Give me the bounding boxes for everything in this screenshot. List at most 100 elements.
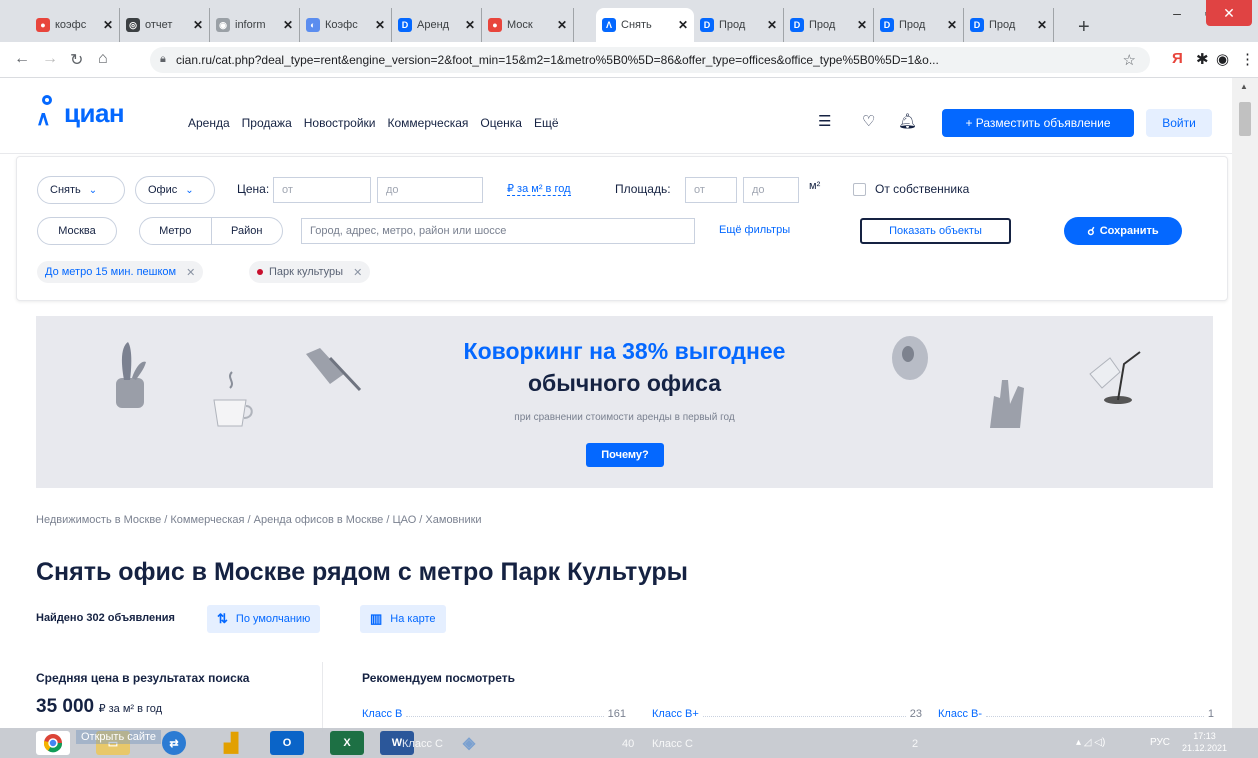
area-from-input[interactable]: от [685,177,737,203]
address-search-input[interactable]: Город, адрес, метро, район или шоссе [301,218,695,244]
scrollbar-thumb[interactable] [1239,102,1251,136]
close-tab-icon[interactable]: ✕ [678,18,688,32]
tab-favicon-icon: ● [488,18,502,32]
page-scrollbar[interactable]: ▲ [1232,78,1258,728]
nav-new-buildings[interactable]: Новостройки [304,116,376,130]
close-window-button[interactable]: ✕ [1206,0,1252,26]
teamviewer-taskbar-icon[interactable]: ⇄ [162,731,186,755]
browser-tab[interactable]: ◎ отчет ✕ [120,8,210,42]
nav-sale[interactable]: Продажа [242,116,292,130]
extensions-puzzle-icon[interactable]: ✱ [1196,50,1209,68]
price-to-input[interactable]: до [377,177,483,203]
remove-tag-icon[interactable]: ✕ [186,266,195,279]
breadcrumb[interactable]: Недвижимость в Москве / Коммерческая / А… [36,514,482,526]
close-tab-icon[interactable]: ✕ [947,18,957,32]
close-tab-icon[interactable]: ✕ [1037,18,1047,32]
post-ad-button[interactable]: + Разместить объявление [942,109,1134,137]
owner-checkbox[interactable] [853,183,866,196]
compare-list-icon[interactable]: ☰ [818,112,831,130]
cian-logo[interactable]: ∧ циан [36,94,125,129]
close-tab-icon[interactable]: ✕ [767,18,777,32]
save-search-button[interactable]: ☌ Сохранить [1064,217,1182,245]
forward-arrow-icon[interactable]: → [42,50,58,68]
browser-tab[interactable]: ● коэфс ✕ [30,8,120,42]
recommend-item-class-b[interactable]: Класс B 161 [362,704,626,720]
lock-icon: 🔒︎ [160,53,166,65]
more-filters-link[interactable]: Ещё фильтры [719,224,790,236]
tab-title: Прод [719,19,746,31]
scroll-up-icon[interactable]: ▲ [1240,82,1248,91]
network-icon[interactable]: ▴ ◿ ◁) [1076,737,1105,748]
remove-tag-icon[interactable]: ✕ [353,266,362,279]
outlook-taskbar-icon[interactable]: O [270,731,304,755]
yandex-extension-icon[interactable]: Я [1172,50,1183,67]
browser-tab[interactable]: D Прод ✕ [964,8,1054,42]
close-tab-icon[interactable]: ✕ [103,18,113,32]
coworking-promo-banner[interactable]: Коворкинг на 38% выгоднее обычного офиса… [36,316,1213,488]
filter-tag-walk-time: До метро 15 мин. пешком ✕ [37,261,204,283]
browser-tab[interactable]: ● Моск ✕ [482,8,574,42]
login-button[interactable]: Войти [1146,109,1212,137]
show-objects-button[interactable]: Показать объекты [860,218,1011,244]
why-button[interactable]: Почему? [586,443,664,467]
bookmark-star-icon[interactable]: ☆ [1123,51,1136,69]
city-select[interactable]: Москва [37,217,117,245]
nav-more[interactable]: Ещё [534,116,559,130]
taskbar-tooltip: Открыть сайте [76,730,162,744]
district-tab[interactable]: Район [212,218,283,244]
map-view-button[interactable]: ▥ На карте [360,605,446,633]
browser-menu-icon[interactable]: ⋮ [1240,50,1255,68]
property-type-select[interactable]: Офис ⌄ [135,176,215,204]
profile-avatar-icon[interactable]: ◉ [1216,50,1229,68]
avg-price-unit: ₽ за м² в год [98,703,163,715]
clock[interactable]: 17:13 21.12.2021 [1182,730,1227,754]
back-arrow-icon[interactable]: ← [14,50,30,68]
tab-favicon-icon: D [880,18,894,32]
ghost-recommend-name: Класс С [402,738,443,750]
close-tab-icon[interactable]: ✕ [465,18,475,32]
notifications-bell-icon[interactable]: 🔔︎ [898,112,917,130]
nav-commercial[interactable]: Коммерческая [388,116,469,130]
chart-app-taskbar-icon[interactable]: ▟ [214,731,248,755]
browser-tab[interactable]: ◉ inform ✕ [210,8,300,42]
browser-toolbar: ← → ↻ ⌂ 🔒︎ cian.ru/cat.php?deal_type=ren… [0,42,1258,78]
browser-tab[interactable]: D Прод ✕ [874,8,964,42]
price-unit-select[interactable]: ₽ за м² в год [507,182,571,196]
banner-title-line2: обычного офиса [527,370,722,396]
area-to-input[interactable]: до [743,177,799,203]
close-tab-icon[interactable]: ✕ [375,18,385,32]
metro-tab[interactable]: Метро [140,218,212,244]
close-tab-icon[interactable]: ✕ [193,18,203,32]
minimize-button[interactable]: – [1160,0,1194,26]
metro-line-dot [257,269,263,275]
browser-tab[interactable]: D Аренд ✕ [392,8,482,42]
paint-taskbar-icon[interactable]: ◈ [452,731,486,755]
browser-tab[interactable]: D Прод ✕ [694,8,784,42]
nav-valuation[interactable]: Оценка [480,116,522,130]
recommend-item-class-b-minus[interactable]: Класс B- 1 [938,704,1214,720]
owner-label[interactable]: От собственника [875,182,969,196]
recommend-item-class-b-plus[interactable]: Класс B+ 23 [652,704,922,720]
chrome-taskbar-icon[interactable] [36,731,70,755]
nav-rent[interactable]: Аренда [188,116,230,130]
save-search-label: Сохранить [1099,225,1159,237]
new-tab-button[interactable]: + [1078,16,1090,39]
home-icon[interactable]: ⌂ [98,50,108,68]
reload-icon[interactable]: ↻ [70,50,83,70]
favorites-heart-icon[interactable]: ♡ [862,112,875,130]
browser-tab[interactable]: ◐ Коэфс ✕ [300,8,392,42]
close-tab-icon[interactable]: ✕ [557,18,567,32]
tab-favicon-icon: D [700,18,714,32]
browser-tab[interactable]: D Прод ✕ [784,8,874,42]
sort-button[interactable]: ⇅ По умолчанию [207,605,321,633]
excel-taskbar-icon[interactable]: X [330,731,364,755]
browser-tab[interactable]: Λ Снять ✕ [596,8,694,42]
close-tab-icon[interactable]: ✕ [283,18,293,32]
language-indicator[interactable]: РУС [1150,737,1170,748]
address-bar[interactable]: 🔒︎ cian.ru/cat.php?deal_type=rent&engine… [150,47,1150,73]
tab-favicon-icon: Λ [602,18,616,32]
ghost-recommend-count: 40 [622,738,635,750]
price-from-input[interactable]: от [273,177,371,203]
close-tab-icon[interactable]: ✕ [857,18,867,32]
deal-type-select[interactable]: Снять ⌄ [37,176,125,204]
